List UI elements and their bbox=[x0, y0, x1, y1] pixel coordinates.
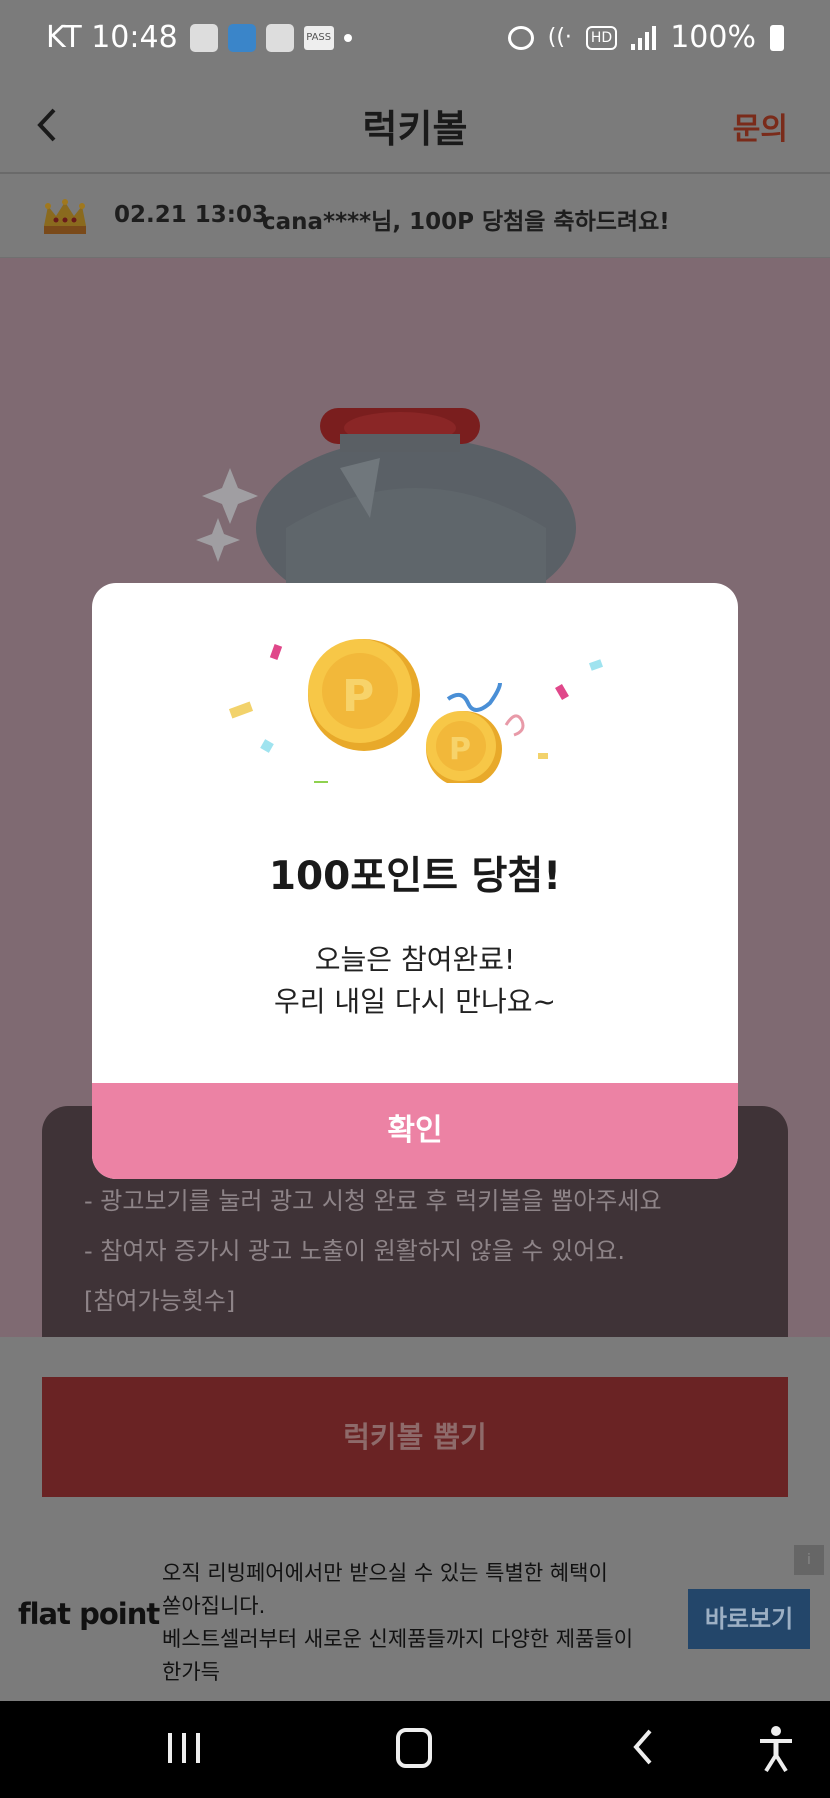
recent-apps-button[interactable] bbox=[166, 1729, 202, 1765]
dialog-message: 오늘은 참여완료! 우리 내일 다시 만나요~ bbox=[92, 939, 738, 1023]
winner-message: cana****님, 100P 당첨을 축하드려요! bbox=[262, 209, 670, 235]
system-back-button[interactable] bbox=[628, 1723, 658, 1783]
b-app-icon bbox=[265, 23, 294, 52]
status-right: ((· HD 100% bbox=[507, 20, 784, 55]
hd-voice-icon: HD bbox=[585, 25, 618, 50]
confirm-button[interactable]: 확인 bbox=[92, 1083, 738, 1179]
more-notifications-icon bbox=[343, 33, 352, 42]
coin-letter: P bbox=[342, 671, 374, 722]
system-nav-bar bbox=[0, 1701, 830, 1798]
ad-text-line: 베스트셀러부터 새로운 신제품들까지 다양한 제품들이 bbox=[162, 1627, 634, 1651]
info-line: [참여가능횟수] bbox=[84, 1287, 236, 1315]
ad-text-line: 한가득 bbox=[162, 1660, 220, 1684]
prize-dialog: P P 100포인트 당첨! 오늘은 참여완료! 우리 내일 다시 만나요~ 확… bbox=[92, 583, 738, 1179]
dialog-message-line2: 우리 내일 다시 만나요~ bbox=[273, 985, 556, 1018]
ad-view-button[interactable]: 바로보기 bbox=[688, 1589, 810, 1649]
ad-text-line: 오직 리빙페어에서만 받으실 수 있는 특별한 혜택이 bbox=[162, 1561, 608, 1585]
battery-icon bbox=[770, 24, 784, 51]
winner-banner: 02.21 13:03 cana****님, 100P 당첨을 축하드려요! bbox=[0, 174, 830, 258]
heart-app-icon bbox=[227, 23, 256, 52]
ad-text: 오직 리빙페어에서만 받으실 수 있는 특별한 혜택이 쏟아집니다. 베스트셀러… bbox=[162, 1557, 662, 1689]
info-line: - 광고보기를 눌러 광고 시청 완료 후 럭키볼을 뽑아주세요 bbox=[84, 1187, 662, 1215]
ad-text-line: 쏟아집니다. bbox=[162, 1594, 266, 1618]
notification-icons: PASS bbox=[189, 23, 352, 52]
coin-letter: P bbox=[449, 732, 471, 767]
dialog-message-line1: 오늘은 참여완료! bbox=[314, 943, 516, 976]
page-title: 럭키볼 bbox=[362, 107, 468, 151]
pass-app-icon: PASS bbox=[303, 25, 334, 50]
chevron-left-icon bbox=[633, 1729, 652, 1765]
dialog-title: 100포인트 당첨! bbox=[268, 854, 562, 899]
status-left: KT 10:48 PASS bbox=[46, 20, 352, 55]
ad-banner[interactable]: flat point 오직 리빙페어에서만 받으실 수 있는 특별한 혜택이 쏟… bbox=[0, 1537, 830, 1701]
app-header: 럭키볼 문의 bbox=[0, 78, 830, 174]
battery-percent: 100% bbox=[670, 20, 756, 55]
crown-icon bbox=[44, 199, 86, 234]
bottom-area: 럭키볼 뽑기 flat point 오직 리빙페어에서만 받으실 수 있는 특별… bbox=[0, 1337, 830, 1701]
ad-logo: flat point bbox=[18, 1597, 160, 1631]
status-bar: KT 10:48 PASS ((· HD 100% bbox=[0, 0, 830, 78]
game-controller-icon bbox=[189, 23, 218, 52]
ad-info-icon[interactable]: i bbox=[794, 1545, 824, 1575]
signal-icon bbox=[631, 25, 657, 50]
carrier-time: KT 10:48 bbox=[46, 20, 178, 55]
accessibility-icon[interactable] bbox=[756, 1725, 796, 1773]
wifi-icon: ((· bbox=[547, 25, 572, 50]
home-button[interactable] bbox=[396, 1728, 432, 1768]
alarm-icon bbox=[507, 25, 534, 50]
coins-confetti-illustration: P P bbox=[228, 639, 604, 783]
winner-date: 02.21 13:03 bbox=[114, 202, 268, 228]
inquiry-button[interactable]: 문의 bbox=[733, 104, 788, 148]
draw-luckyball-button[interactable]: 럭키볼 뽑기 bbox=[42, 1377, 788, 1497]
info-line: - 참여자 증가시 광고 노출이 원활하지 않을 수 있어요. bbox=[84, 1237, 625, 1265]
